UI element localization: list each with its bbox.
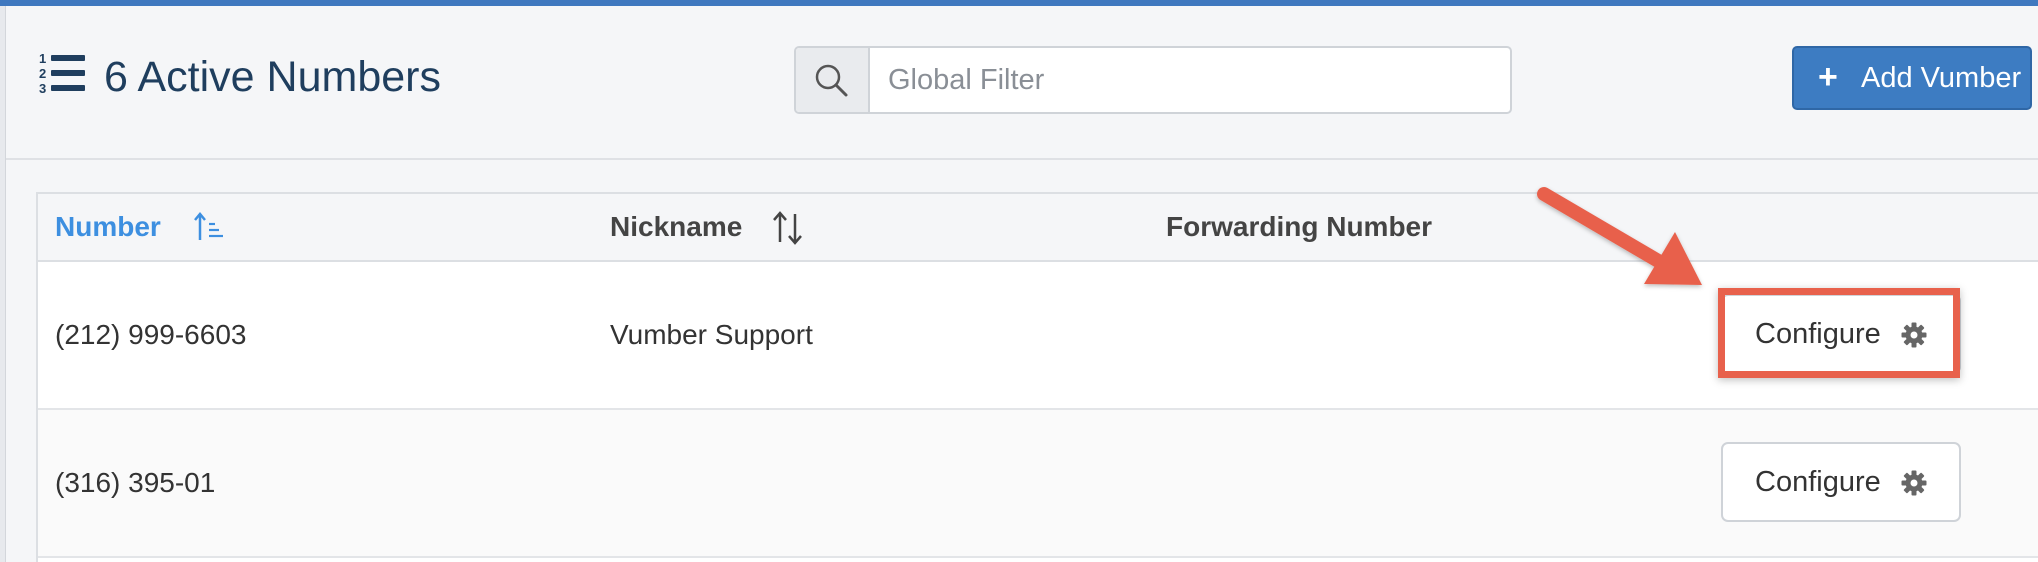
column-header-nickname[interactable]: Nickname xyxy=(610,194,802,260)
column-header-number[interactable]: Number xyxy=(55,194,223,260)
global-filter-input[interactable] xyxy=(870,48,1510,112)
column-label-number: Number xyxy=(55,211,161,242)
plus-icon: + xyxy=(1818,58,1838,96)
search-addon xyxy=(796,48,870,112)
cell-number: (316) 395-01 xyxy=(55,467,216,498)
svg-text:3: 3 xyxy=(39,81,46,96)
annotation-highlight-box xyxy=(1718,288,1960,378)
svg-text:1: 1 xyxy=(39,51,46,66)
table-header: Number Nickname Forwarding Number xyxy=(38,194,2038,262)
configure-button[interactable]: Configure xyxy=(1721,442,1961,522)
sort-icon xyxy=(773,211,802,245)
page-header: 1 2 3 6 Active Numbers + Add Vumber xyxy=(6,6,2038,160)
add-vumber-button[interactable]: + Add Vumber xyxy=(1792,46,2032,110)
column-label-forwarding-number: Forwarding Number xyxy=(1166,211,1433,242)
global-filter xyxy=(794,46,1512,114)
annotation-arrow-icon xyxy=(1537,187,1702,285)
configure-label: Configure xyxy=(1755,466,1881,498)
column-header-forwarding-number: Forwarding Number xyxy=(1166,194,1432,260)
cell-number: (212) 999-6603 xyxy=(55,319,247,350)
column-label-nickname: Nickname xyxy=(610,211,743,242)
table-row: (316) 395-01 Configure xyxy=(38,410,2038,558)
sort-ascending-icon xyxy=(194,212,223,240)
cell-nickname: Vumber Support xyxy=(610,319,813,350)
add-vumber-label: Add Vumber xyxy=(1861,62,2022,94)
ordered-list-icon: 1 2 3 xyxy=(38,50,86,98)
page-title: 6 Active Numbers xyxy=(104,53,441,101)
svg-text:2: 2 xyxy=(39,66,46,81)
search-icon xyxy=(815,64,848,97)
gear-icon xyxy=(1901,470,1927,496)
